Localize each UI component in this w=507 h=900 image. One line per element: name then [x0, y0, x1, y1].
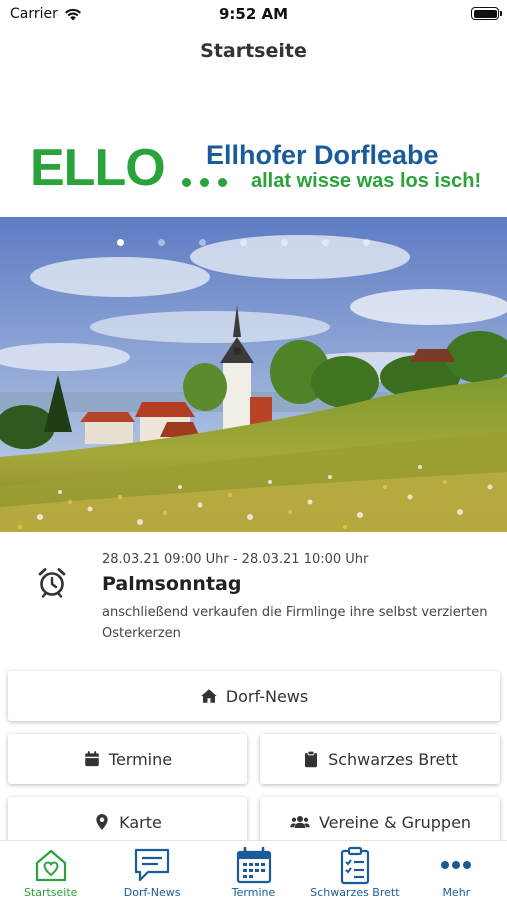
home-icon: [200, 689, 217, 703]
app-logo: ELLO Ellhofer Dorfleabe allat wisse was …: [30, 140, 490, 200]
pager-dot[interactable]: [281, 239, 288, 246]
page-title: Startseite: [200, 40, 307, 62]
calendar-icon: [85, 751, 99, 767]
karte-label: Karte: [119, 812, 162, 832]
next-event-card[interactable]: 28.03.21 09:00 Uhr - 28.03.21 10:00 Uhr …: [0, 552, 507, 647]
clipboard-list-icon: [340, 846, 370, 885]
chat-bubble-icon: [135, 848, 170, 882]
dorf-news-label: Dorf-News: [225, 686, 309, 706]
carousel-pager[interactable]: [117, 239, 370, 246]
pager-dot[interactable]: [363, 239, 370, 246]
logo-wordmark: ELLO: [30, 139, 166, 197]
event-date-range: 28.03.21 09:00 Uhr - 28.03.21 10:00 Uhr: [102, 552, 369, 567]
logo-dots: [182, 178, 227, 187]
status-bar: Carrier 9:52 AM: [0, 0, 507, 28]
users-icon: [290, 816, 310, 828]
pager-dot[interactable]: [117, 239, 124, 246]
tab-label: Termine: [231, 886, 276, 899]
schwarzes-brett-button[interactable]: Schwarzes Brett: [260, 734, 500, 784]
status-time: 9:52 AM: [218, 5, 289, 23]
tab-label: Mehr: [442, 886, 471, 899]
tab-startseite[interactable]: Startseite: [0, 841, 101, 900]
calendar-icon: [236, 846, 271, 884]
battery-icon: [471, 7, 502, 20]
logo-slogan: allat wisse was los isch!: [251, 170, 482, 192]
pager-dot[interactable]: [322, 239, 329, 246]
dorf-news-button[interactable]: Dorf-News: [8, 671, 500, 721]
logo-title: Ellhofer Dorfleabe: [206, 140, 439, 170]
more-dots-icon: [441, 861, 472, 869]
clipboard-icon: [305, 750, 318, 768]
event-title: Palmsonntag: [102, 573, 242, 595]
tab-label: Schwarzes Brett: [310, 886, 400, 899]
map-pin-icon: [96, 814, 108, 830]
pager-dot[interactable]: [240, 239, 247, 246]
tab-label: Startseite: [23, 886, 78, 899]
event-description: anschließend verkaufen die Firmlinge ihr…: [102, 605, 488, 641]
tab-mehr[interactable]: Mehr: [406, 841, 507, 900]
hero-village-image: [0, 217, 507, 532]
pager-dot[interactable]: [158, 239, 165, 246]
termine-button[interactable]: Termine: [8, 734, 247, 784]
alarm-clock-icon: [38, 568, 66, 598]
tab-label: Dorf-News: [123, 886, 181, 899]
vereine-gruppen-label: Vereine & Gruppen: [318, 812, 472, 832]
hero-carousel[interactable]: [0, 217, 507, 532]
tab-bar: Startseite Dorf-News Termine Schwarzes B…: [0, 840, 507, 900]
pager-dot[interactable]: [199, 239, 206, 246]
schwarzes-brett-label: Schwarzes Brett: [328, 749, 458, 769]
tab-dorf-news[interactable]: Dorf-News: [101, 841, 202, 900]
termine-label: Termine: [108, 749, 173, 769]
tab-termine[interactable]: Termine: [203, 841, 304, 900]
home-heart-icon: [35, 849, 66, 882]
tab-schwarzes-brett[interactable]: Schwarzes Brett: [304, 841, 405, 900]
